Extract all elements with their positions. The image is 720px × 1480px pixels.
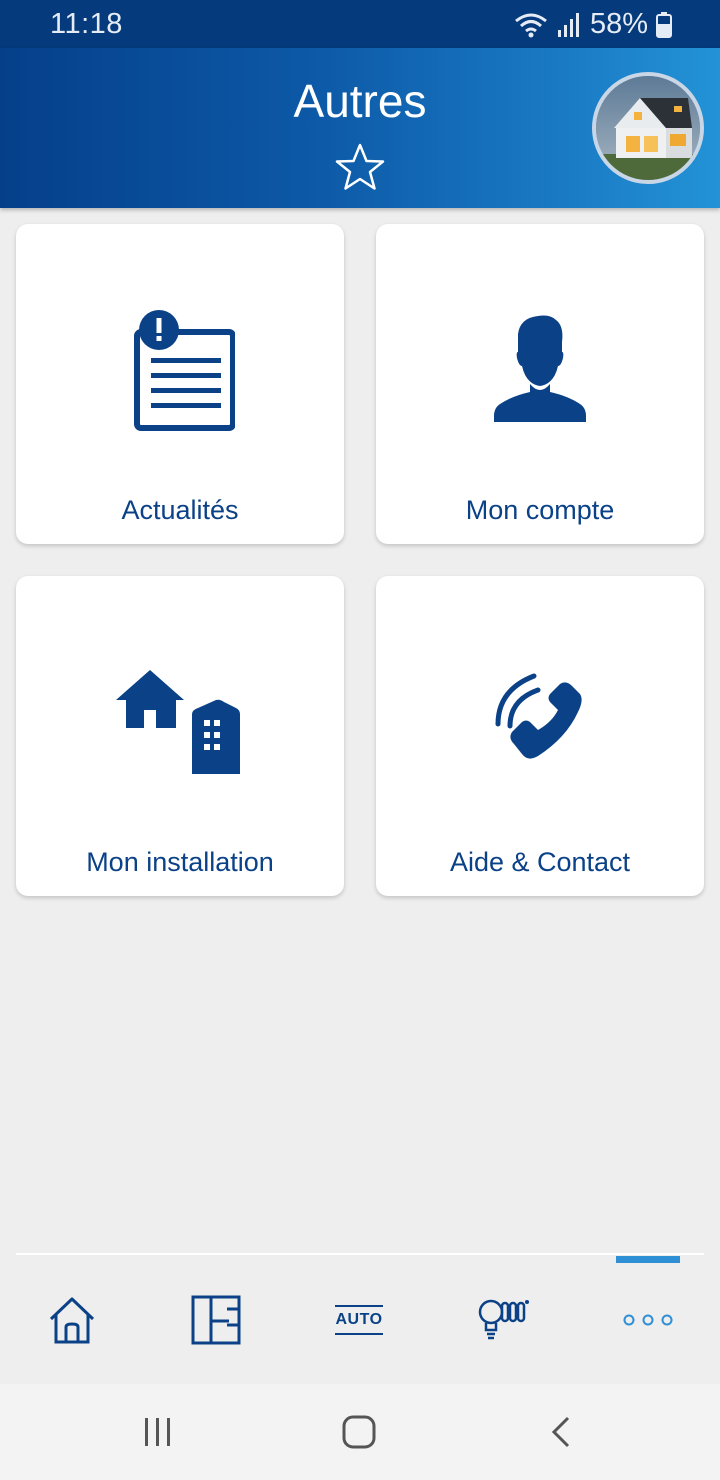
news-alert-icon (134, 310, 235, 431)
tile-label: Mon installation (86, 847, 274, 877)
auto-label: AUTO (335, 1311, 383, 1328)
home-icon (49, 1297, 95, 1344)
nav-auto[interactable]: AUTO (319, 1288, 399, 1352)
tile-actualites[interactable]: Actualités (16, 224, 344, 544)
lighting-icon (478, 1299, 529, 1340)
tile-label: Aide & Contact (449, 847, 631, 877)
wifi-icon (515, 13, 547, 37)
tile-mon-compte[interactable]: Mon compte (376, 224, 704, 544)
status-time: 11:18 (50, 8, 123, 40)
back-button[interactable] (530, 1406, 590, 1458)
active-tab-indicator (616, 1256, 680, 1263)
tile-label: Mon compte (465, 495, 615, 525)
nav-more[interactable] (608, 1288, 688, 1352)
app-header: Autres (0, 48, 720, 208)
user-icon (494, 315, 586, 422)
tile-label: Actualités (121, 495, 239, 525)
auto-bottom-line (335, 1333, 383, 1335)
nav-divider (16, 1253, 704, 1255)
floor-plan-icon (191, 1295, 241, 1345)
recent-apps-icon (145, 1418, 170, 1446)
home-button[interactable] (329, 1406, 389, 1458)
system-nav-bar (0, 1384, 720, 1480)
installation-icon (116, 670, 240, 774)
back-icon (551, 1416, 570, 1448)
house-photo-icon (596, 76, 700, 180)
battery-percent: 58% (589, 8, 648, 40)
phone-icon (495, 673, 582, 759)
house-avatar[interactable] (592, 72, 704, 184)
recent-apps-button[interactable] (128, 1406, 188, 1458)
nav-floor-plan[interactable] (176, 1288, 256, 1352)
battery-icon (656, 11, 672, 38)
nav-home[interactable] (32, 1288, 112, 1352)
home-circle-icon (342, 1415, 376, 1449)
more-icon (623, 1314, 673, 1326)
nav-lighting[interactable] (464, 1288, 544, 1352)
favorite-star-icon[interactable] (334, 142, 386, 192)
auto-top-line (335, 1305, 383, 1307)
status-bar: 11:18 58% (0, 0, 720, 48)
status-icons: 58% (514, 8, 672, 41)
tile-mon-installation[interactable]: Mon installation (16, 576, 344, 896)
bottom-nav: AUTO (0, 1264, 720, 1384)
tile-aide-contact[interactable]: Aide & Contact (376, 576, 704, 896)
signal-icon (557, 12, 579, 37)
